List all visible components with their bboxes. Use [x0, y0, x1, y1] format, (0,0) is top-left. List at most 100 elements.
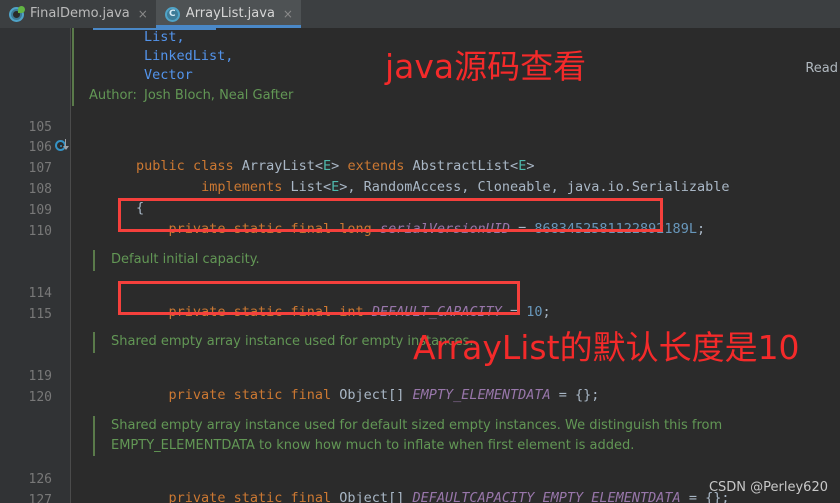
- token: private: [168, 304, 226, 320]
- line-number: 107: [28, 161, 52, 176]
- annotation-default-length: ArrayList的默认长度是10: [413, 328, 800, 367]
- token: implements: [201, 179, 283, 195]
- editor-tab-bar: FinalDemo.java × C ArrayList.java ×: [0, 0, 840, 29]
- tab-label: FinalDemo.java: [30, 6, 130, 21]
- watermark: CSDN @Perley620: [708, 480, 828, 495]
- line-number: 106: [28, 140, 52, 155]
- token: static: [233, 221, 283, 237]
- token: static: [233, 304, 283, 320]
- line-number: 127: [28, 493, 52, 503]
- token: ,: [550, 179, 567, 195]
- tab-finaldemo-java[interactable]: FinalDemo.java ×: [0, 0, 156, 28]
- javadoc-link-linkedlist[interactable]: LinkedList,: [144, 47, 233, 66]
- close-icon[interactable]: ×: [283, 8, 293, 20]
- token: List: [290, 179, 323, 195]
- implemented-method-icon[interactable]: [55, 138, 71, 154]
- token: long: [339, 221, 372, 237]
- token: 10: [526, 304, 543, 320]
- javadoc-link-list[interactable]: List,: [144, 28, 185, 47]
- tab-label: ArrayList.java: [185, 6, 275, 21]
- annotation-java-source: java源码查看: [385, 47, 587, 86]
- token: ;: [696, 221, 706, 237]
- code-line-119: private static final Object[] EMPTY_ELEM…: [71, 367, 600, 403]
- line-number: 115: [28, 307, 52, 322]
- token: ;: [542, 304, 551, 320]
- token: java.io.Serializable: [566, 179, 730, 195]
- javadoc-defaultcapacity-line1: Shared empty array instance used for def…: [111, 418, 723, 433]
- token: []: [388, 490, 413, 503]
- code-line-107: implements List<E>, RandomAccess, Clonea…: [71, 159, 729, 195]
- javadoc-gutter-bar: [93, 332, 95, 353]
- token: final: [290, 490, 332, 503]
- code-content[interactable]: List, LinkedList, Vector Author: Josh Bl…: [71, 28, 840, 503]
- line-number: 105: [28, 120, 52, 135]
- java-class-icon: C: [164, 6, 180, 22]
- line-number: 110: [28, 224, 52, 239]
- token: 8683452581122892189L: [534, 221, 697, 237]
- javadoc-defaultcapacity-line2: EMPTY_ELEMENTDATA to know how much to in…: [111, 438, 635, 453]
- tab-arraylist-java[interactable]: C ArrayList.java ×: [155, 0, 302, 28]
- token: int: [339, 304, 364, 320]
- code-line-126: private static final Object[] DEFAULTCAP…: [71, 470, 730, 503]
- javadoc-default-capacity: Default initial capacity.: [111, 252, 260, 267]
- token: Object: [339, 387, 389, 403]
- token: = {};: [550, 387, 600, 403]
- token: static: [233, 387, 283, 403]
- editor-gutter[interactable]: [0, 28, 70, 503]
- token: =: [510, 221, 535, 237]
- token: final: [290, 387, 332, 403]
- code-editor[interactable]: 105 106 107 108 109 110 114 115 119 120 …: [0, 28, 840, 503]
- java-file-icon: [9, 5, 25, 22]
- javadoc-gutter-bar: [72, 28, 74, 106]
- token: private: [168, 387, 226, 403]
- token: Cloneable: [477, 179, 551, 195]
- code-line-108: {: [71, 180, 144, 216]
- ide-window: FinalDemo.java × C ArrayList.java × 105 …: [0, 0, 840, 503]
- line-number: 126: [28, 472, 52, 487]
- token: DEFAULT_CAPACITY: [371, 304, 502, 320]
- javadoc-author-value: Josh Bloch, Neal Gafter: [144, 88, 294, 103]
- javadoc-gutter-bar: [93, 250, 95, 271]
- token: serialVersionUID: [379, 221, 510, 237]
- javadoc-gutter-bar: [93, 416, 95, 456]
- token: final: [290, 221, 332, 237]
- token: EMPTY_ELEMENTDATA: [412, 387, 551, 403]
- read-only-label: Read: [805, 61, 838, 76]
- token: RandomAccess: [363, 179, 462, 195]
- javadoc-link-vector[interactable]: Vector: [144, 66, 193, 85]
- token: Object: [339, 490, 389, 503]
- token: <: [323, 179, 332, 195]
- token: final: [290, 304, 332, 320]
- javadoc-author-tag: Author:: [89, 88, 137, 103]
- close-icon[interactable]: ×: [138, 8, 148, 20]
- code-line-109: private static final long serialVersionU…: [71, 201, 706, 237]
- code-line-114: private static final int DEFAULT_CAPACIT…: [71, 284, 551, 320]
- line-number: 120: [28, 390, 52, 405]
- code-line-106: public class ArrayList<E> extends Abstra…: [71, 138, 534, 174]
- line-number: 109: [28, 203, 52, 218]
- line-number: 108: [28, 182, 52, 197]
- token: =: [501, 304, 527, 320]
- token: private: [168, 221, 226, 237]
- token: static: [233, 490, 283, 503]
- token: ,: [461, 179, 478, 195]
- line-number: 119: [28, 369, 52, 384]
- line-number: 114: [28, 286, 52, 301]
- token: >,: [339, 179, 364, 195]
- token: private: [168, 490, 226, 503]
